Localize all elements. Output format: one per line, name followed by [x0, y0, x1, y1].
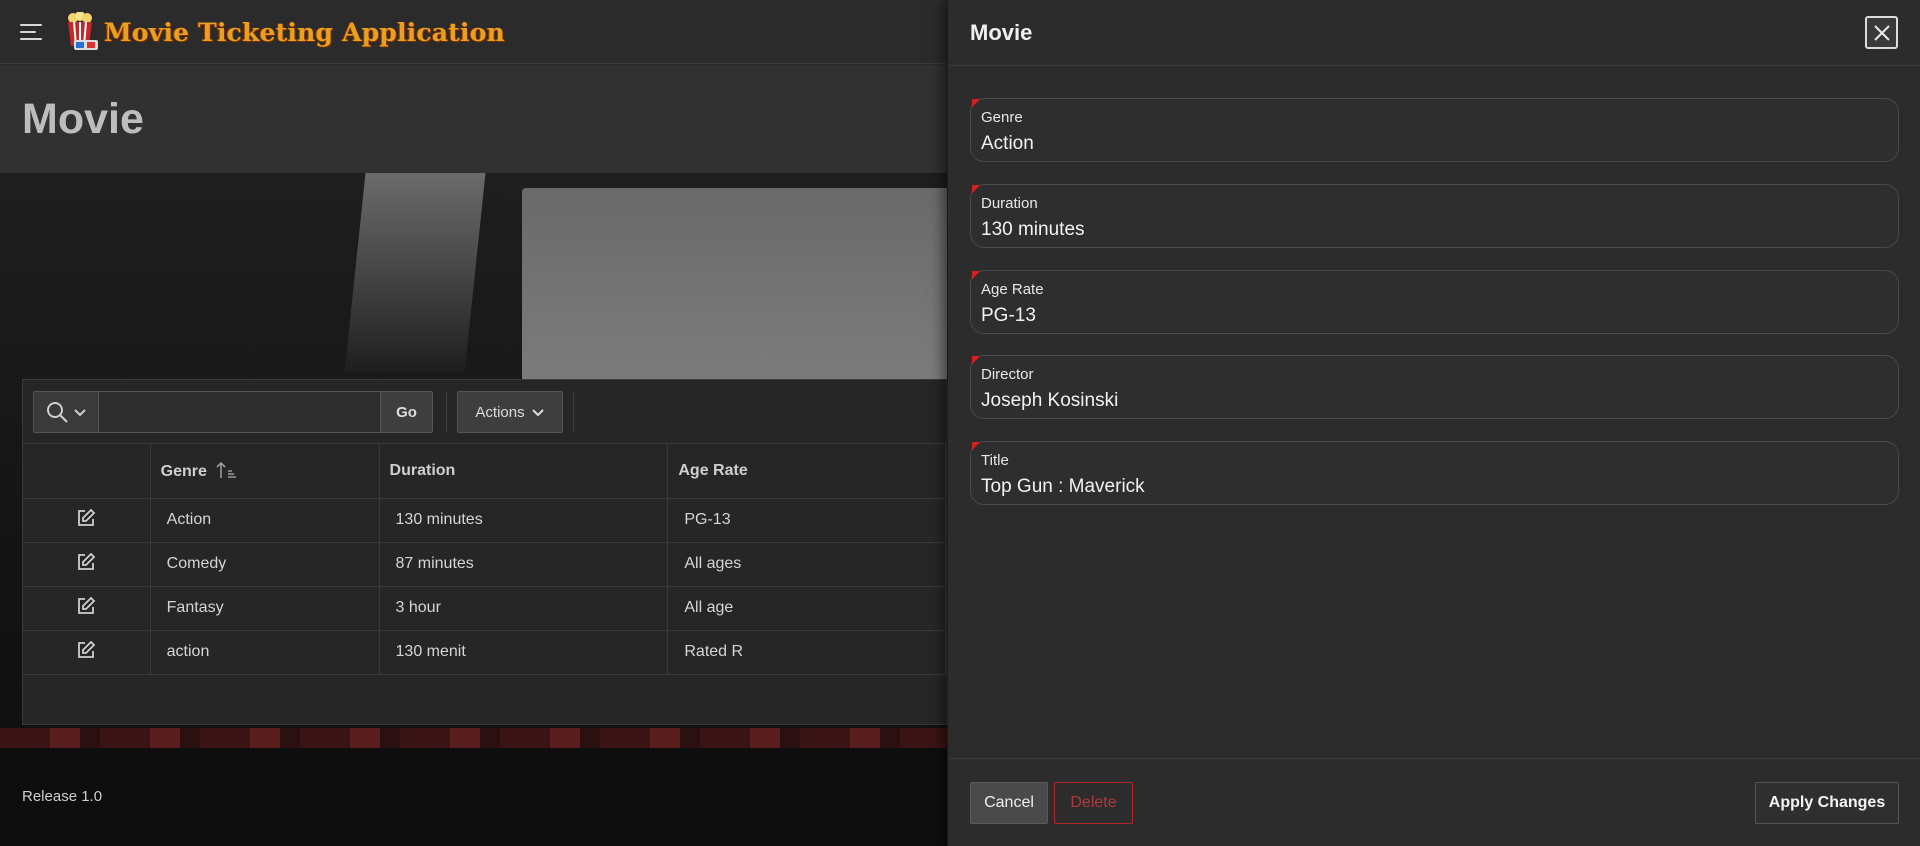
- go-button[interactable]: Go: [381, 391, 433, 433]
- duration-field[interactable]: Duration 130 minutes: [970, 184, 1899, 248]
- close-button[interactable]: [1865, 16, 1898, 49]
- actions-menu-button[interactable]: Actions: [457, 391, 563, 433]
- edit-icon[interactable]: [76, 596, 96, 616]
- required-marker: [972, 356, 981, 365]
- app-title[interactable]: Movie Ticketing Application: [104, 18, 505, 47]
- search-input[interactable]: [99, 391, 381, 433]
- field-value[interactable]: Top Gun : Maverick: [981, 476, 1145, 498]
- genre-field[interactable]: Genre Action: [970, 98, 1899, 162]
- field-value[interactable]: PG-13: [981, 305, 1036, 327]
- table-row: Comedy 87 minutes All ages: [23, 542, 946, 587]
- column-header-duration[interactable]: Duration: [379, 444, 669, 499]
- delete-button[interactable]: Delete: [1054, 782, 1133, 824]
- title-field[interactable]: Title Top Gun : Maverick: [970, 441, 1899, 505]
- edit-cell[interactable]: [23, 630, 151, 675]
- column-header-edit: [23, 444, 151, 499]
- director-field[interactable]: Director Joseph Kosinski: [970, 355, 1899, 419]
- toolbar-separator: [446, 391, 447, 433]
- cell-duration: 130 minutes: [379, 498, 669, 543]
- drawer-header: Movie: [948, 0, 1920, 66]
- age-rate-field[interactable]: Age Rate PG-13: [970, 270, 1899, 334]
- movie-edit-drawer: Movie Genre Action Duration 130 minutes …: [947, 0, 1920, 846]
- cell-duration: 87 minutes: [379, 542, 669, 587]
- required-marker: [972, 271, 981, 280]
- edit-icon[interactable]: [76, 640, 96, 660]
- search-group: Go: [33, 391, 433, 433]
- drawer-title: Movie: [970, 20, 1033, 45]
- cancel-button[interactable]: Cancel: [970, 782, 1048, 824]
- page-title: Movie: [22, 95, 144, 143]
- top-navigation-bar: Movie Ticketing Application: [0, 0, 947, 64]
- search-column-selector[interactable]: [33, 391, 99, 433]
- cell-genre: Fantasy: [150, 586, 380, 631]
- table-header-row: Genre Duration Age Rate: [23, 444, 946, 499]
- table-row: action 130 menit Rated R: [23, 630, 946, 675]
- edit-icon[interactable]: [76, 552, 96, 572]
- required-marker: [972, 99, 981, 108]
- field-value[interactable]: 130 minutes: [981, 219, 1085, 241]
- application-page: Movie Ticketing Application Movie Go Act…: [0, 0, 947, 846]
- cell-age-rate: Rated R: [667, 630, 946, 675]
- popcorn-logo-icon: [68, 12, 98, 50]
- field-label: Director: [981, 366, 1034, 383]
- cell-age-rate: All ages: [667, 542, 946, 587]
- close-icon: [1873, 24, 1890, 41]
- toolbar-separator: [573, 391, 574, 433]
- field-label: Genre: [981, 109, 1023, 126]
- release-label: Release 1.0: [22, 788, 103, 805]
- edit-icon[interactable]: [76, 508, 96, 528]
- field-value[interactable]: Action: [981, 133, 1034, 155]
- search-icon: [47, 402, 68, 423]
- edit-cell[interactable]: [23, 498, 151, 543]
- report-toolbar: Go Actions: [23, 380, 946, 444]
- column-header-label: Genre: [160, 462, 207, 480]
- page-title-band: Movie: [0, 65, 947, 173]
- chevron-down-icon: [531, 409, 544, 417]
- edit-cell[interactable]: [23, 586, 151, 631]
- column-header-age-rate[interactable]: Age Rate: [667, 444, 946, 499]
- drawer-footer: Cancel Delete Apply Changes: [948, 758, 1920, 846]
- cell-genre: Comedy: [150, 542, 380, 587]
- cell-age-rate: All age: [667, 586, 946, 631]
- cell-duration: 3 hour: [379, 586, 669, 631]
- sort-ascending-icon: [216, 461, 237, 478]
- table-row: Action 130 minutes PG-13: [23, 498, 946, 543]
- chevron-down-icon: [74, 409, 86, 417]
- page-footer: Release 1.0: [0, 748, 947, 846]
- field-label: Duration: [981, 195, 1038, 212]
- cell-duration: 130 menit: [379, 630, 669, 675]
- required-marker: [972, 185, 981, 194]
- hamburger-menu-icon[interactable]: [20, 22, 44, 42]
- edit-cell[interactable]: [23, 542, 151, 587]
- field-label: Age Rate: [981, 281, 1044, 298]
- actions-label: Actions: [475, 403, 525, 421]
- column-header-genre[interactable]: Genre: [150, 444, 380, 499]
- cell-age-rate: PG-13: [667, 498, 946, 543]
- movie-report-table: Genre Duration Age Rate Action 130 minut…: [23, 444, 946, 675]
- cell-genre: Action: [150, 498, 380, 543]
- theater-seats: [0, 728, 947, 748]
- interactive-report-region: Go Actions Genre Duration Age Rate Actio…: [22, 379, 947, 725]
- cell-genre: action: [150, 630, 380, 675]
- field-label: Title: [981, 452, 1009, 469]
- field-value[interactable]: Joseph Kosinski: [981, 390, 1118, 412]
- projector-beam: [344, 173, 486, 373]
- required-marker: [972, 442, 981, 451]
- apply-changes-button[interactable]: Apply Changes: [1755, 782, 1899, 824]
- table-row: Fantasy 3 hour All age: [23, 586, 946, 631]
